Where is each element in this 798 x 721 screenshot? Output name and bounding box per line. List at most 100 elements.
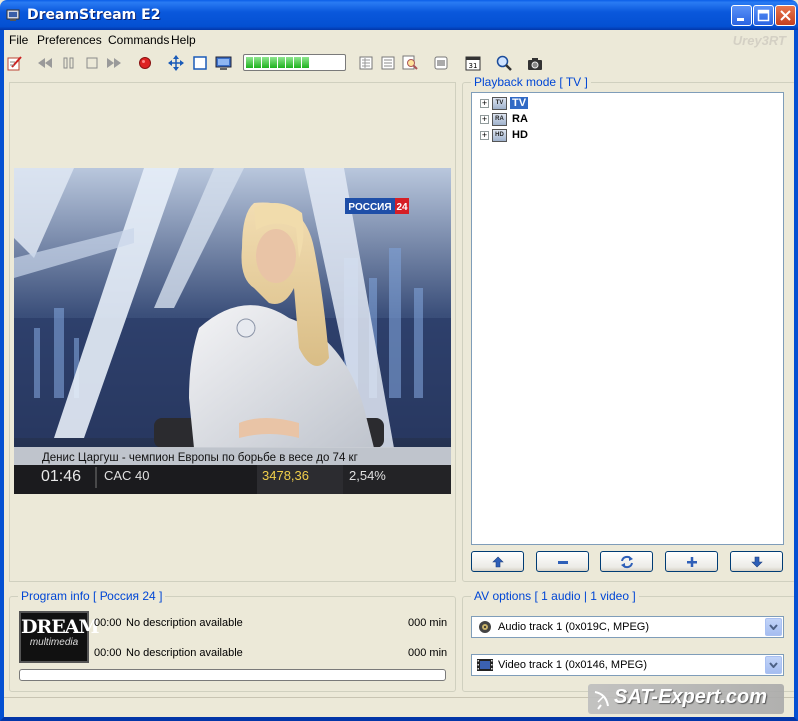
ticker-index-change: 2,54% [349,468,386,483]
remove-button[interactable] [536,551,589,572]
tree-label-ra: RA [512,113,528,125]
record-button[interactable] [136,54,154,72]
channel-logo-dream: DREAM multimedia [19,611,100,663]
expand-icon[interactable]: + [480,114,489,124]
signal-meter [243,54,346,71]
tv-folder-icon: TV [492,96,507,110]
title-bar: DreamStream E2 [0,0,798,30]
rewind-icon [38,58,52,68]
video-frame[interactable]: РОССИЯ 24 Денис Царгуш - чемпион Европы … [14,168,451,494]
signal-segment [262,57,269,68]
list2-button[interactable] [379,54,397,72]
rewind-button[interactable] [36,54,54,72]
program-progress-bar [19,669,446,681]
video-track-select[interactable]: Video track 1 (0x0146, MPEG) [471,654,784,676]
maximize-icon [757,9,770,22]
toolbar: 31 [4,50,794,76]
move-button[interactable] [167,54,185,72]
forward-button[interactable] [105,54,123,72]
move-icon [168,55,184,71]
watermark-text: SAT-Expert.com [614,686,767,708]
audio-icon [479,621,491,633]
add-button[interactable] [665,551,718,572]
tree-item-tv[interactable]: + TV TV [480,96,529,110]
channel-tree[interactable]: + TV TV + RA RA + HD HD [471,92,784,545]
signal-segment [246,57,253,68]
expand-icon[interactable]: + [480,130,489,140]
arrow-down-icon [750,556,763,567]
program-duration-2: 000 min [408,647,448,659]
forward-icon [107,58,121,68]
tree-item-ra[interactable]: + RA RA [480,112,530,126]
program-info-title: Program info [ Россия 24 ] [18,589,166,603]
video-icon [477,659,493,671]
tv-picture: РОССИЯ 24 Денис Царгуш - чемпион Европы … [14,168,451,494]
audio-track-value: Audio track 1 (0x019C, MPEG) [498,621,650,633]
menu-help[interactable]: Help [171,33,196,47]
menu-commands[interactable]: Commands [108,33,169,47]
tree-item-hd[interactable]: + HD HD [480,128,530,142]
camera-button[interactable] [526,54,544,72]
radio-folder-icon: RA [492,112,507,126]
minimize-icon [737,18,744,21]
minimize-button[interactable] [731,5,752,26]
video-track-value: Video track 1 (0x0146, MPEG) [498,659,647,671]
camera-icon [528,57,542,70]
channel-number: 24 [396,202,408,213]
app-icon [6,9,20,21]
hd-folder-icon: HD [492,128,507,142]
window-icon [193,56,207,70]
tree-label-tv: TV [510,97,529,109]
chevron-down-icon[interactable] [765,656,782,674]
window-title: DreamStream E2 [27,7,161,23]
menu-file[interactable]: File [9,33,28,47]
maximize-button[interactable] [753,5,774,26]
signal-segment [302,57,309,68]
pause-button[interactable] [60,54,78,72]
top-watermark: Urey3RT [732,33,786,48]
arrow-up-icon [491,556,504,567]
close-icon [780,10,791,21]
stop-button[interactable] [83,54,101,72]
stop-icon [86,57,98,69]
chevron-down-icon[interactable] [765,618,782,636]
calendar-button[interactable]: 31 [464,54,482,72]
move-down-button[interactable] [730,551,783,572]
program-time-1: 00:00 [94,617,122,629]
record-icon [139,57,151,69]
ticker-index-value: 3478,36 [262,468,309,483]
news-ticker: Денис Царгуш - чемпион Европы по борьбе … [42,452,358,464]
program-duration-1: 000 min [408,617,448,629]
program-desc-1: No description available [126,617,243,629]
search-doc-icon [402,55,418,70]
expand-icon[interactable]: + [480,98,489,108]
audio-track-select[interactable]: Audio track 1 (0x019C, MPEG) [471,616,784,638]
program-time-2: 00:00 [94,647,122,659]
ticker-index-name: CAC 40 [104,468,150,483]
signal-segment [254,57,261,68]
list2-icon [381,56,395,70]
signal-segment [278,57,285,68]
list-button[interactable] [357,54,375,72]
playback-title: Playback mode [ TV ] [471,75,591,89]
signal-segment [270,57,277,68]
zoom-button[interactable] [495,54,513,72]
close-button[interactable] [775,5,796,26]
logo-sub: multimedia [29,637,79,648]
window-button[interactable] [191,54,209,72]
program-desc-2: No description available [126,647,243,659]
sat-expert-watermark: SAT-Expert.com [588,684,784,714]
calendar-label: 31 [469,62,478,70]
move-up-button[interactable] [471,551,524,572]
refresh-button[interactable] [600,551,653,572]
tree-label-hd: HD [512,129,528,141]
pause-icon [63,57,74,69]
lines-button[interactable] [432,54,450,72]
list-icon [359,56,373,70]
calendar-icon: 31 [465,56,481,71]
screen-button[interactable] [214,54,232,72]
menu-preferences[interactable]: Preferences [37,33,102,47]
search-doc-button[interactable] [401,54,419,72]
signal-segment [294,57,301,68]
edit-button[interactable] [6,54,24,72]
